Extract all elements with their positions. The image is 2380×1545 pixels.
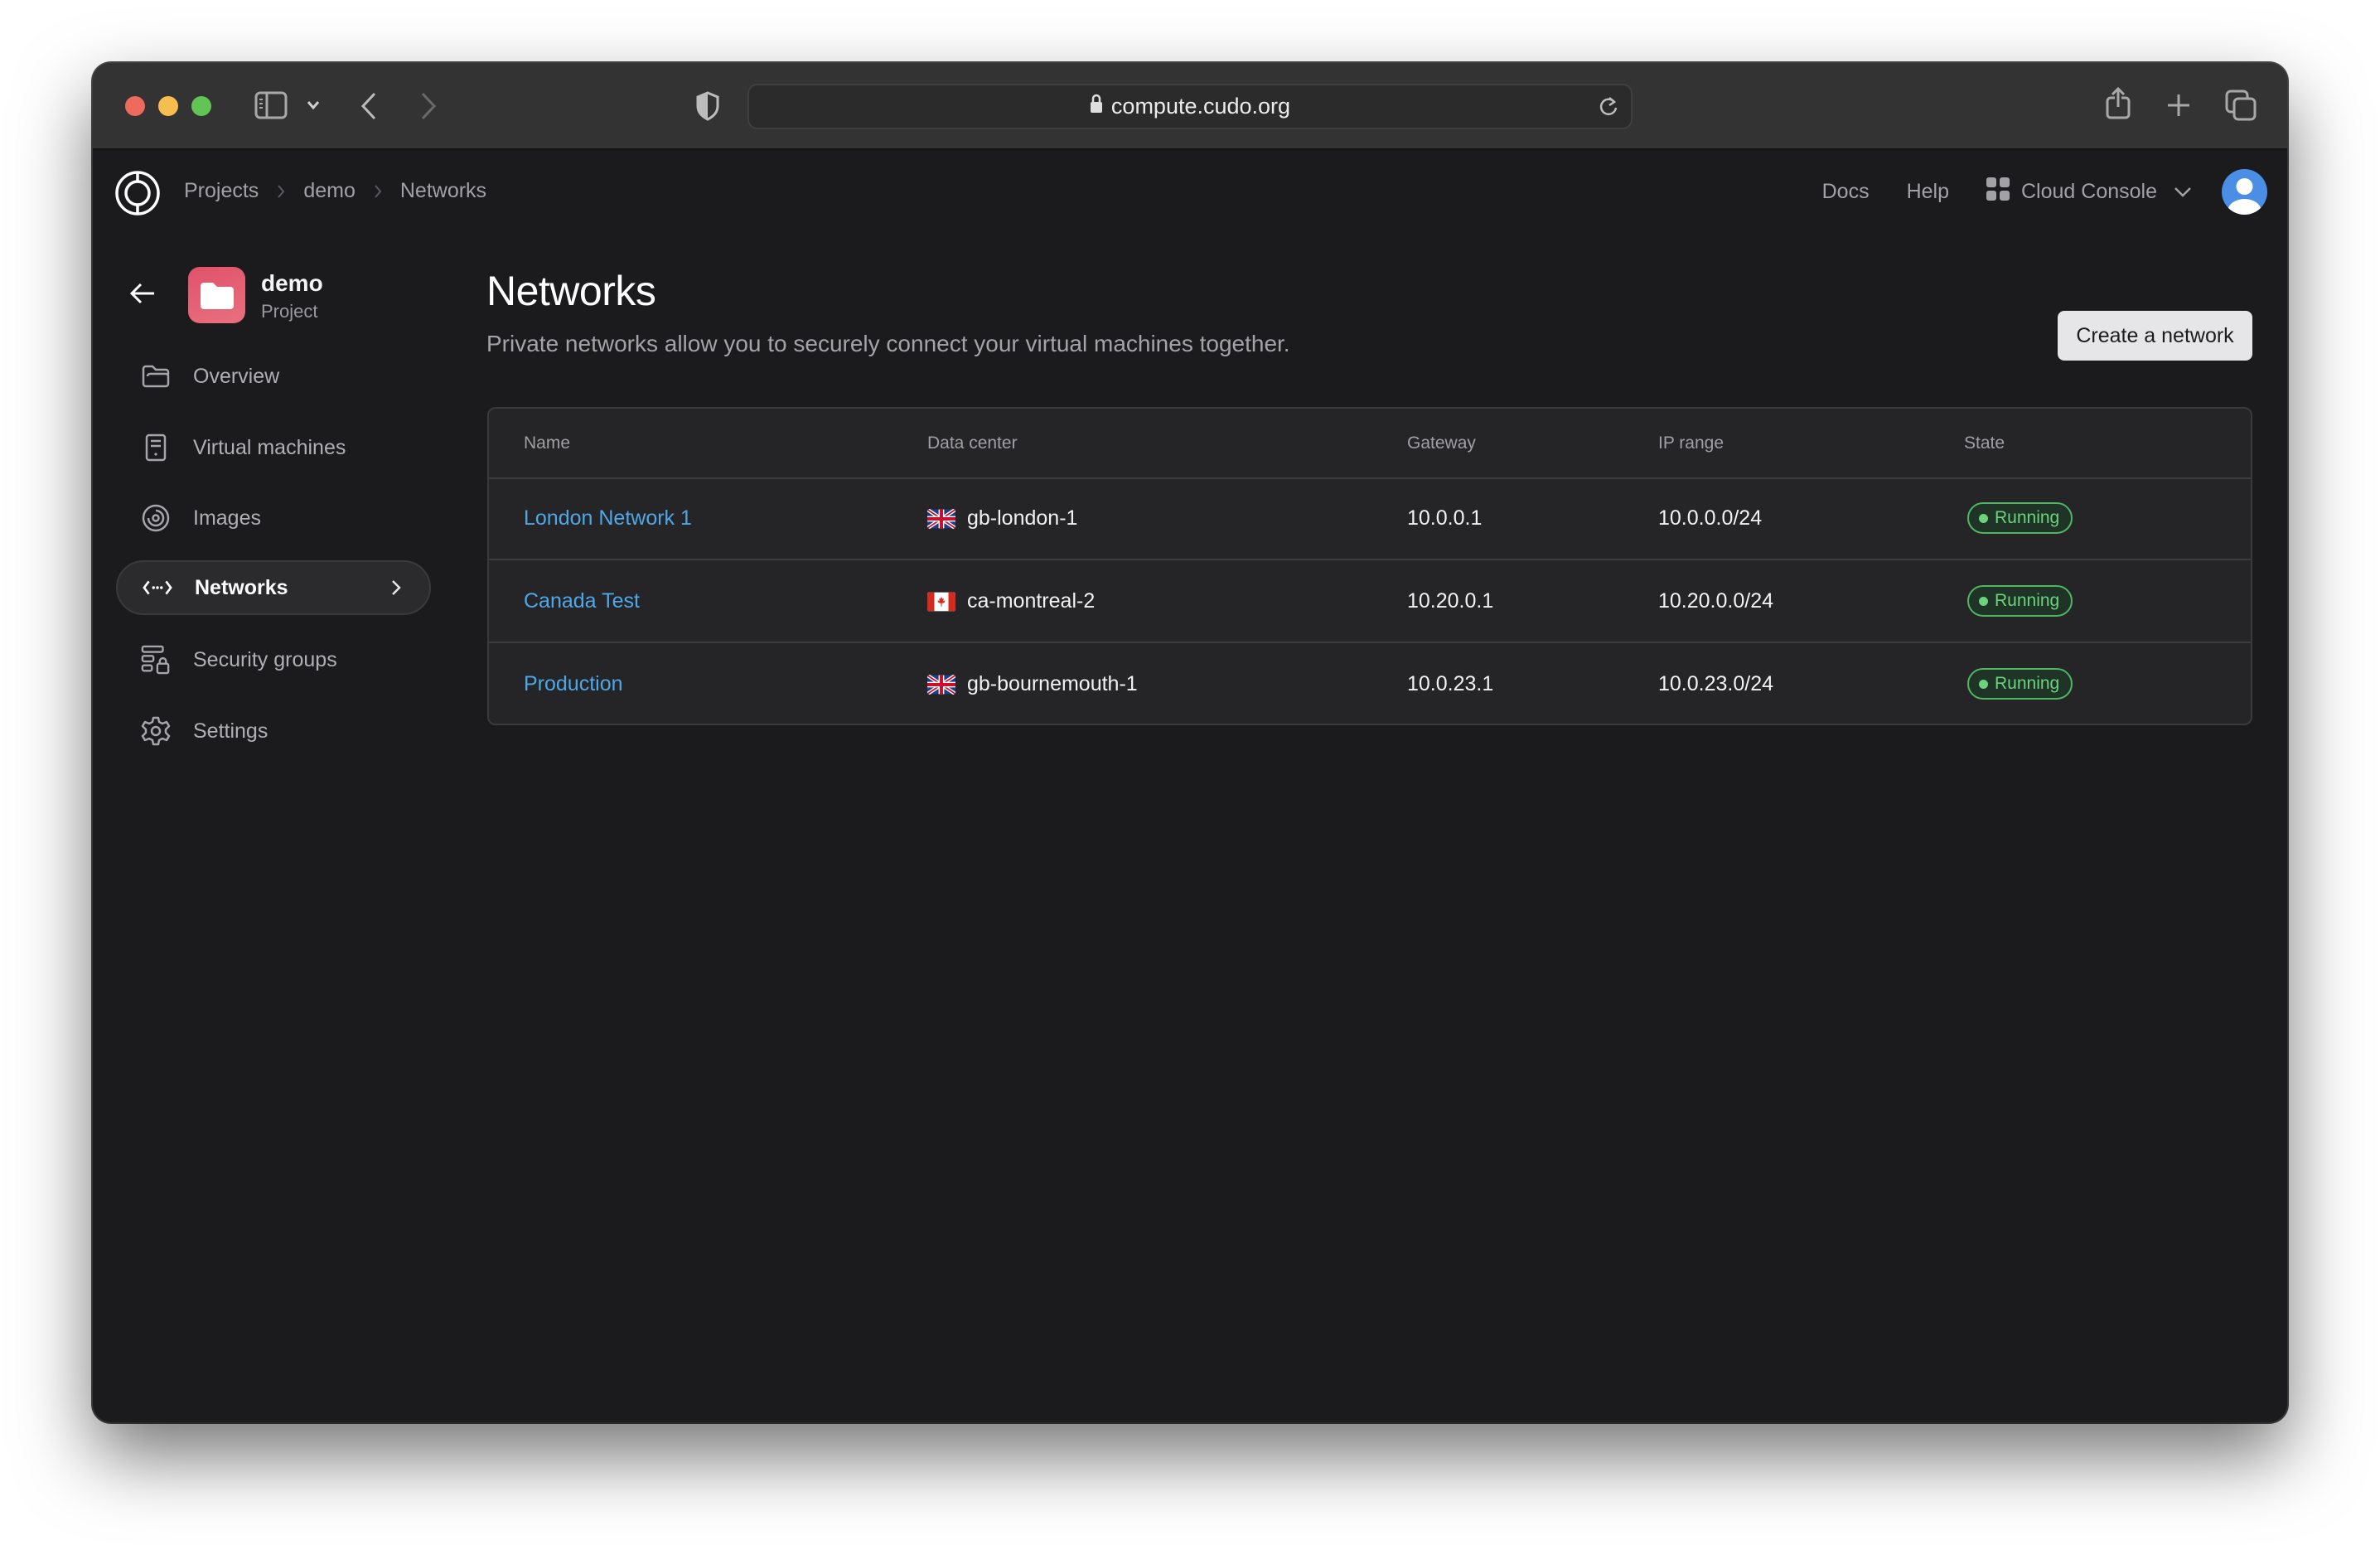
status-label: Running [1995,591,2060,610]
browser-window: compute.cudo.org Projects demo Networks [93,63,2287,1422]
address-bar[interactable]: compute.cudo.org [747,84,1633,129]
network-name-link[interactable]: Production [524,672,623,696]
chevron-left-icon[interactable] [360,92,377,120]
status-label: Running [1995,674,2060,693]
column-header-state[interactable]: State [1964,433,2005,453]
column-header-ip-range[interactable]: IP range [1658,433,1724,453]
breadcrumb: Projects demo Networks [184,179,486,203]
minimize-window-button[interactable] [158,96,178,116]
sidebar-item-settings[interactable]: Settings [116,704,431,758]
user-avatar[interactable] [2222,168,2267,215]
uk-flag-icon [927,508,955,529]
sidebar-item-label: Virtual machines [193,435,346,459]
sidebar-toggle-icon[interactable] [254,91,288,119]
breadcrumb-networks[interactable]: Networks [400,179,486,203]
network-name-link[interactable]: London Network 1 [524,506,692,530]
status-badge: Running [1967,502,2073,534]
table-row[interactable]: London Network 1 gb-london-1 10.0.0.1 10… [489,477,2251,560]
status-dot-icon [1979,513,1988,523]
security-group-icon [141,645,171,675]
project-icon [188,267,245,323]
sidebar-item-security-groups[interactable]: Security groups [116,632,431,687]
data-center-name: ca-montreal-2 [967,589,1096,613]
column-header-name[interactable]: Name [524,433,570,453]
gateway-cell: 10.0.23.1 [1407,672,1494,695]
gear-icon [141,716,171,746]
canada-flag-icon [927,592,955,612]
cudo-logo-icon[interactable] [114,170,161,220]
project-name: demo [261,270,323,296]
uk-flag-icon [927,674,955,695]
ip-range-cell: 10.0.0.0/24 [1658,506,1763,530]
status-dot-icon [1979,596,1988,606]
ip-range-cell: 10.20.0.0/24 [1658,589,1774,613]
user-icon [2228,177,2261,215]
chevron-right-icon [374,184,382,199]
chevron-down-icon[interactable] [307,100,320,110]
chevron-right-icon[interactable] [420,92,437,120]
back-arrow-icon[interactable] [129,282,156,309]
chevron-right-icon [277,184,285,199]
browser-titlebar: compute.cudo.org [93,63,2287,150]
lock-icon [1090,94,1103,119]
sidebar-item-virtual-machines[interactable]: Virtual machines [116,420,431,475]
sidebar-item-label: Security groups [193,647,337,671]
sidebar-item-overview[interactable]: Overview [116,349,431,404]
status-dot-icon [1979,679,1988,689]
help-link[interactable]: Help [1907,180,1949,204]
url-text: compute.cudo.org [1110,94,1291,119]
close-window-button[interactable] [125,96,145,116]
data-center-name: gb-london-1 [967,506,1078,530]
sidebar-item-label: Settings [193,719,268,743]
chevron-right-icon [391,579,401,603]
networks-table: Name Data center Gateway IP range State … [487,407,2252,725]
column-header-data-center[interactable]: Data center [927,433,1018,453]
apps-grid-icon [1986,177,2010,206]
gateway-cell: 10.0.0.1 [1407,506,1483,530]
reload-icon[interactable] [1598,95,1619,123]
gateway-cell: 10.20.0.1 [1407,589,1494,613]
page-title: Networks [486,268,656,314]
status-badge: Running [1967,585,2073,617]
sidebar-item-label: Overview [193,364,280,388]
plus-icon[interactable] [2167,94,2190,117]
sidebar-item-label: Images [193,506,261,530]
docs-link[interactable]: Docs [1822,180,1870,204]
status-badge: Running [1967,668,2073,700]
table-row[interactable]: Production gb-bournemouth-1 10.0.23.1 10… [489,643,2251,724]
project-type: Project [261,301,318,322]
chevron-down-icon [2174,180,2192,204]
column-header-gateway[interactable]: Gateway [1407,433,1476,453]
sidebar-item-label: Networks [195,575,288,599]
data-center-name: gb-bournemouth-1 [967,672,1138,695]
share-icon[interactable] [2105,86,2131,119]
network-icon [143,573,172,603]
data-center-cell: gb-bournemouth-1 [927,672,1138,696]
page-subtitle: Private networks allow you to securely c… [486,331,1290,356]
cloud-console-dropdown[interactable]: Cloud Console [1986,177,2192,206]
table-row[interactable]: Canada Test ca-montreal-2 10.20.0.1 10.2… [489,560,2251,643]
data-center-cell: ca-montreal-2 [927,589,1095,613]
maximize-window-button[interactable] [191,96,211,116]
header-actions: Docs Help Cloud Console [1822,167,2267,216]
disc-icon [141,503,171,533]
data-center-cell: gb-london-1 [927,506,1077,530]
cloud-console-label: Cloud Console [2021,179,2157,203]
server-icon [141,433,171,463]
app-header: Projects demo Networks Docs Help Cloud C… [93,150,2287,236]
sidebar-item-images[interactable]: Images [116,491,431,545]
folder-icon [141,361,171,391]
network-name-link[interactable]: Canada Test [524,589,640,613]
folder-icon [200,283,234,309]
shield-icon[interactable] [696,91,719,121]
ip-range-cell: 10.0.23.0/24 [1658,672,1774,695]
table-header: Name Data center Gateway IP range State [489,409,2251,479]
breadcrumb-demo[interactable]: demo [303,179,356,203]
status-label: Running [1995,508,2060,527]
tabs-overview-icon[interactable] [2225,90,2257,121]
sidebar-item-networks[interactable]: Networks [116,560,431,615]
breadcrumb-projects[interactable]: Projects [184,179,259,203]
create-network-button[interactable]: Create a network [2058,311,2252,361]
